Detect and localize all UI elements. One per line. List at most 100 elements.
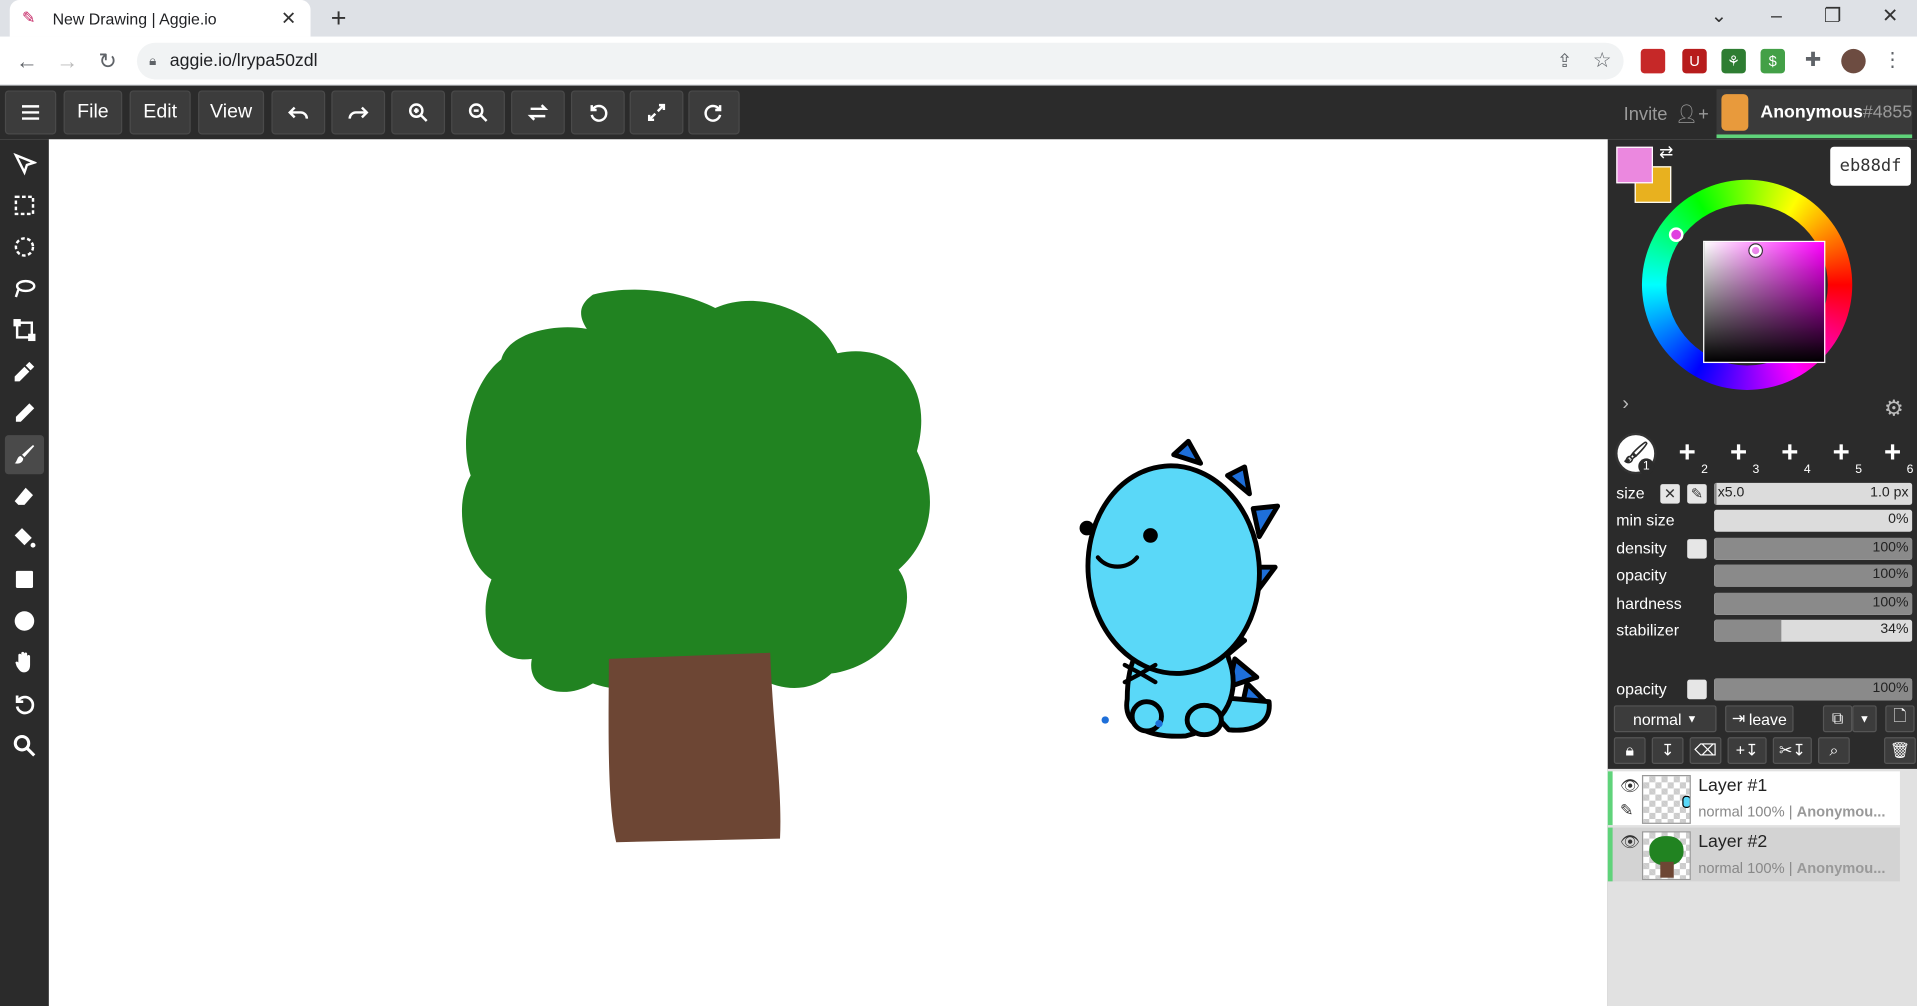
hue-picker-handle[interactable] [1668, 227, 1684, 243]
profile-avatar[interactable] [1841, 48, 1866, 74]
dino-right-foot-mark [1155, 719, 1163, 728]
search-layer-icon[interactable]: ⌕ [1818, 737, 1850, 764]
size-slider[interactable]: x5.0 1.0 px [1714, 482, 1913, 505]
add-icon: + [1781, 436, 1799, 470]
density-pressure-toggle[interactable] [1687, 539, 1707, 559]
rotate-left-button[interactable] [570, 90, 625, 135]
zoom-out-button[interactable] [451, 90, 505, 135]
min-size-slider[interactable]: 0% [1714, 509, 1913, 532]
ellipse-select-tool-icon[interactable] [10, 232, 39, 261]
close-window-button[interactable]: ✕ [1872, 2, 1909, 31]
new-tab-button[interactable]: + [325, 3, 352, 33]
zoom-in-button[interactable] [391, 90, 446, 135]
minimize-button[interactable]: – [1758, 2, 1795, 31]
edit-menu-button[interactable]: Edit [129, 90, 191, 135]
cut-below-icon[interactable]: ✂↧ [1772, 737, 1812, 764]
hex-color-input[interactable]: eb88df [1830, 146, 1911, 186]
lasso-tool-icon[interactable] [10, 274, 39, 303]
fit-screen-button[interactable] [629, 90, 684, 135]
gear-icon[interactable]: ⚙ [1884, 396, 1904, 422]
eyedropper-tool-icon[interactable] [10, 357, 39, 386]
brush-slot-3[interactable]: +3 [1718, 433, 1759, 476]
omnibox[interactable]: 🔒︎ aggie.io/lrypa50zdl ⇪ ☆ [136, 42, 1624, 80]
transform-tool-icon[interactable] [10, 315, 39, 344]
undo-button[interactable] [271, 90, 326, 135]
chevron-right-icon[interactable]: › [1622, 394, 1629, 416]
file-menu-button[interactable]: File [63, 90, 123, 135]
restore-button[interactable]: ❐ [1814, 2, 1851, 31]
blue-dinosaur [1085, 438, 1281, 739]
pressure-off-icon[interactable]: ✕ [1660, 484, 1680, 504]
extensions-puzzle-icon[interactable]: ✚ [1801, 49, 1825, 73]
flip-button[interactable] [511, 90, 565, 135]
brush-slot-1[interactable]: 🖌︎ 1 [1615, 432, 1657, 475]
brush-slot-2[interactable]: +2 [1666, 433, 1708, 476]
delete-layer-icon[interactable]: 🗑︎ [1884, 737, 1916, 764]
blend-mode-select[interactable]: normal ▼ [1613, 705, 1717, 733]
size-value: 1.0 px [1870, 485, 1909, 500]
layer-name: Layer #1 [1698, 776, 1768, 796]
brush-slot-6[interactable]: +6 [1872, 433, 1913, 476]
hamburger-menu-button[interactable] [4, 90, 57, 135]
forward-button[interactable]: → [53, 46, 82, 75]
layer-opacity-toggle[interactable] [1687, 679, 1707, 700]
user-badge[interactable]: Anonymous #4855 [1716, 89, 1913, 139]
back-button[interactable]: ← [12, 46, 41, 75]
sv-picker-handle[interactable] [1749, 244, 1762, 257]
add-below-icon[interactable]: +↧ [1727, 737, 1767, 764]
zoom-tool-icon[interactable] [10, 731, 39, 760]
rotate-right-button[interactable] [688, 90, 740, 135]
new-layer-icon[interactable]: 🗋︎ [1885, 705, 1915, 733]
saturation-value-square[interactable] [1703, 240, 1826, 364]
leave-button[interactable]: ⇥ leave [1725, 705, 1794, 733]
drawing-canvas[interactable] [48, 139, 1608, 1006]
share-icon[interactable]: ⇪ [1557, 50, 1572, 72]
rotate-view-tool-icon[interactable] [10, 689, 39, 718]
pencil-tool-icon[interactable] [10, 399, 39, 428]
tab-search-icon[interactable]: ⌄ [1701, 2, 1738, 31]
pressure-brush-icon[interactable]: ✎ [1687, 484, 1707, 504]
layer-opacity-row: opacity 100% [1616, 678, 1914, 701]
layer-item[interactable]: 👁︎ ✎ Layer #1 normal 100% | Anonymou... [1607, 771, 1900, 826]
brush-tool-icon[interactable] [4, 435, 45, 475]
extension-money-icon[interactable]: $ [1760, 48, 1785, 74]
browser-tab[interactable]: ✎ New Drawing | Aggie.io ✕ [9, 0, 311, 37]
ellipse-tool-icon[interactable] [10, 606, 39, 635]
reload-button[interactable]: ↻ [93, 46, 122, 75]
visibility-eye-icon[interactable]: 👁︎ [1620, 776, 1640, 796]
view-menu-button[interactable]: View [198, 90, 265, 135]
invite-button[interactable]: Invite 👤︎+ [1624, 103, 1709, 124]
clear-layer-icon[interactable]: ⌫ [1689, 737, 1722, 764]
duplicate-dropdown-icon[interactable]: ▼ [1852, 705, 1877, 733]
rectangle-tool-icon[interactable] [10, 565, 39, 594]
duplicate-layer-icon[interactable]: ⧉ [1822, 705, 1853, 733]
opacity-value: 100% [1872, 567, 1909, 582]
layer-item[interactable]: 👁︎ Layer #2 normal 100% | Anonymou... [1607, 827, 1900, 882]
opacity-slider[interactable]: 100% [1714, 564, 1913, 587]
lock-layer-icon[interactable]: 🔒︎ [1613, 737, 1646, 764]
redo-button[interactable] [331, 90, 386, 135]
extension-shield-icon[interactable]: U [1682, 48, 1707, 74]
hardness-slider[interactable]: 100% [1714, 592, 1913, 615]
fill-bucket-tool-icon[interactable] [10, 523, 39, 552]
add-icon: + [1729, 436, 1748, 470]
stabilizer-slider[interactable]: 34% [1714, 619, 1913, 642]
move-tool-icon[interactable] [10, 149, 39, 178]
swap-colors-icon[interactable]: ⇄ [1659, 142, 1673, 163]
extension-green-icon[interactable]: ⚘ [1721, 48, 1746, 74]
brush-slot-5[interactable]: +5 [1820, 433, 1862, 476]
layer-opacity-slider[interactable]: 100% [1714, 678, 1913, 701]
primary-color-swatch[interactable] [1616, 146, 1653, 184]
density-slider[interactable]: 100% [1714, 537, 1913, 560]
min-size-row: min size 0% [1616, 509, 1914, 532]
brush-slot-4[interactable]: +4 [1769, 433, 1810, 476]
visibility-eye-icon[interactable]: 👁︎ [1620, 832, 1640, 852]
hand-tool-icon[interactable] [10, 648, 39, 677]
chrome-menu-icon[interactable]: ⋮ [1880, 49, 1904, 73]
eraser-tool-icon[interactable] [10, 482, 39, 511]
bookmark-star-icon[interactable]: ☆ [1593, 49, 1612, 73]
close-tab-icon[interactable]: ✕ [279, 7, 299, 30]
extension-book-icon[interactable] [1640, 48, 1666, 74]
rect-select-tool-icon[interactable] [10, 191, 39, 220]
merge-down-icon[interactable]: ↧ [1651, 737, 1684, 764]
